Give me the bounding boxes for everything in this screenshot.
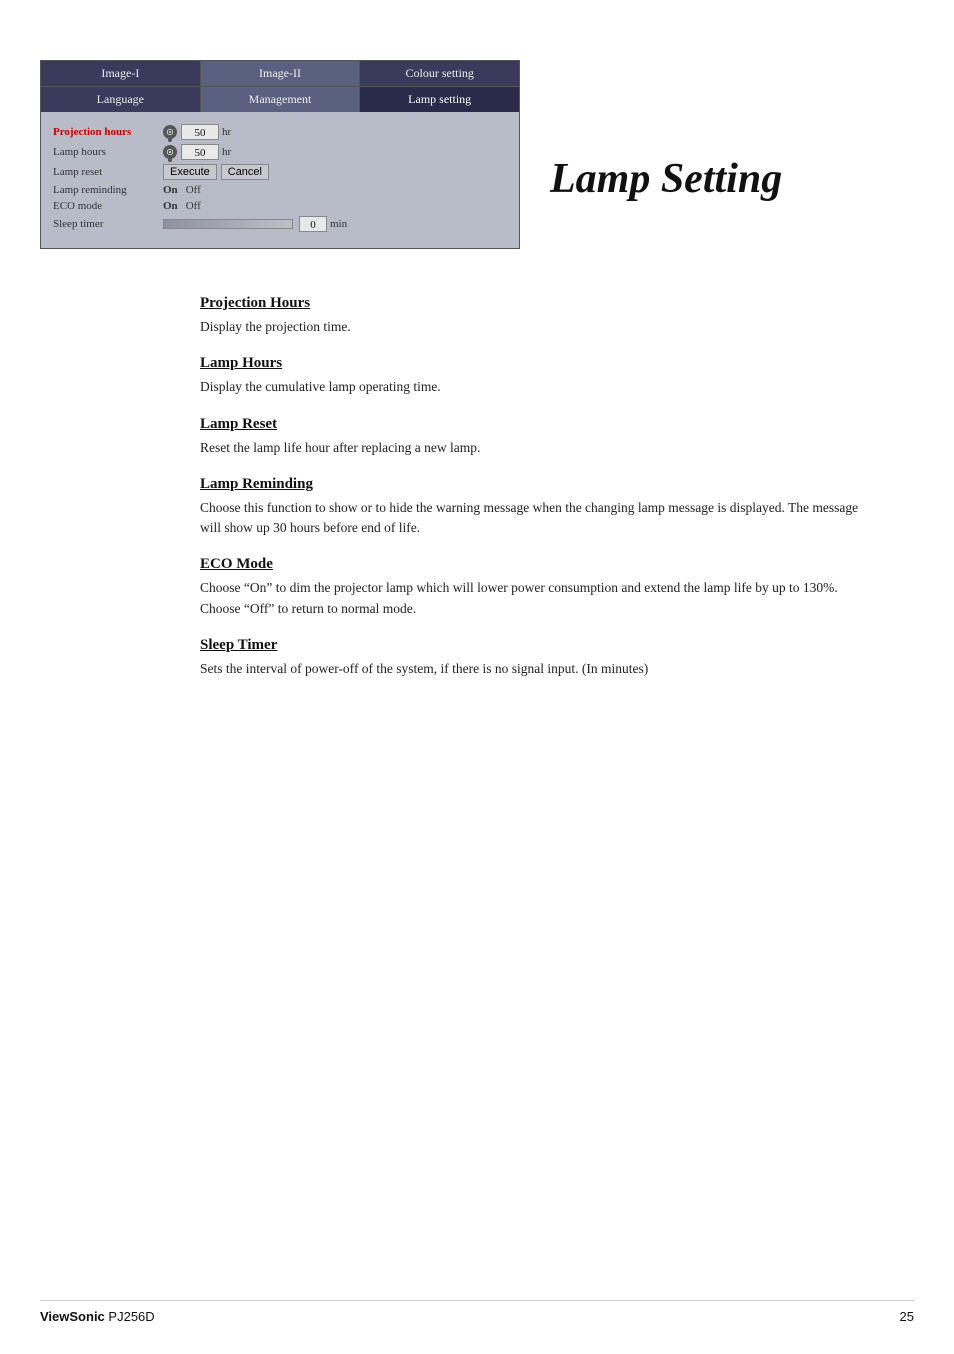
body-projection-hours: Display the projection time. [200,317,880,337]
osd-row-lamp-reset: Lamp reset Execute Cancel [53,164,507,180]
tab-colour-setting[interactable]: Colour setting [360,61,519,86]
tab-management[interactable]: Management [201,87,361,112]
osd-row-eco-mode: ECO mode On Off [53,200,507,212]
lamp-reminding-off[interactable]: Off [186,184,201,196]
heading-projection-hours: Projection Hours [200,295,880,312]
body-eco-mode: Choose “On” to dim the projector lamp wh… [200,578,880,619]
osd-label-projection-hours: Projection hours [53,126,163,138]
body-sleep-timer: Sets the interval of power-off of the sy… [200,659,880,679]
osd-row-lamp-hours: Lamp hours ☉ 50 hr [53,144,507,160]
projection-hours-field[interactable]: 50 [181,124,219,140]
footer-page-number: 25 [900,1309,914,1324]
brand-name: ViewSonic [40,1309,105,1324]
main-content: Projection Hours Display the projection … [200,295,880,679]
heading-lamp-reset: Lamp Reset [200,416,880,433]
projection-hours-unit: hr [222,126,231,138]
osd-tabs-row1: Image-I Image-II Colour setting [41,61,519,86]
osd-label-lamp-reset: Lamp reset [53,166,163,178]
execute-button[interactable]: Execute [163,164,217,180]
lamp-reminding-on[interactable]: On [163,184,178,196]
lamp-setting-title: Lamp Setting [550,155,782,203]
osd-panel: Image-I Image-II Colour setting Language… [40,60,520,249]
lamp-hours-unit: hr [222,146,231,158]
sleep-timer-unit: min [330,218,347,230]
osd-label-lamp-reminding: Lamp reminding [53,184,163,196]
osd-input-lamp-hours: ☉ 50 hr [163,144,231,160]
osd-tabs-row2: Language Management Lamp setting [41,86,519,112]
eco-mode-on[interactable]: On [163,200,178,212]
osd-label-eco-mode: ECO mode [53,200,163,212]
body-lamp-hours: Display the cumulative lamp operating ti… [200,377,880,397]
tab-lamp-setting[interactable]: Lamp setting [360,87,519,112]
tab-language[interactable]: Language [41,87,201,112]
projection-hours-icon: ☉ [163,125,177,139]
footer: ViewSonic PJ256D 25 [40,1300,914,1324]
sleep-timer-field[interactable]: 0 [299,216,327,232]
lamp-hours-field[interactable]: 50 [181,144,219,160]
heading-lamp-hours: Lamp Hours [200,355,880,372]
sleep-timer-slider[interactable] [163,219,293,229]
osd-row-projection-hours: Projection hours ☉ 50 hr [53,124,507,140]
osd-row-sleep-timer: Sleep timer 0 min [53,216,507,232]
eco-mode-off[interactable]: Off [186,200,201,212]
osd-row-lamp-reminding: Lamp reminding On Off [53,184,507,196]
cancel-button[interactable]: Cancel [221,164,269,180]
tab-image-i[interactable]: Image-I [41,61,201,86]
osd-content: Projection hours ☉ 50 hr Lamp hours ☉ 50… [41,112,519,248]
heading-sleep-timer: Sleep Timer [200,637,880,654]
footer-brand: ViewSonic PJ256D [40,1309,155,1324]
heading-lamp-reminding: Lamp Reminding [200,476,880,493]
osd-label-sleep-timer: Sleep timer [53,218,163,230]
body-lamp-reset: Reset the lamp life hour after replacing… [200,438,880,458]
heading-eco-mode: ECO Mode [200,556,880,573]
model-number: PJ256D [108,1309,154,1324]
osd-label-lamp-hours: Lamp hours [53,146,163,158]
tab-image-ii[interactable]: Image-II [201,61,361,86]
lamp-hours-icon: ☉ [163,145,177,159]
body-lamp-reminding: Choose this function to show or to hide … [200,498,880,539]
osd-input-projection-hours: ☉ 50 hr [163,124,231,140]
